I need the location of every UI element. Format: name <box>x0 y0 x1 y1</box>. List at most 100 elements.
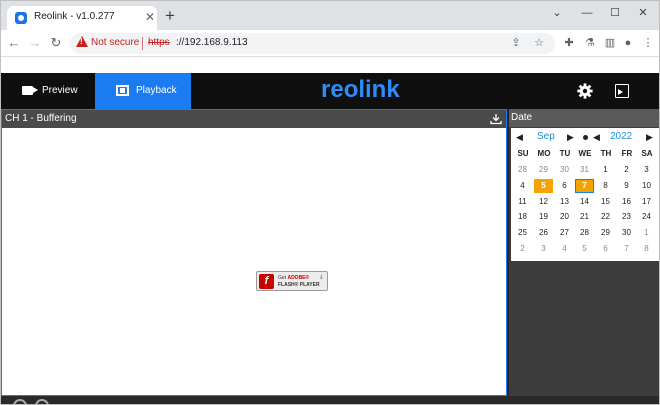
tab-title: Reolink - v1.0.277 <box>34 11 115 22</box>
address-bar[interactable]: Not secure https ://192.168.9.113 ⇪ ☆ <box>70 33 555 54</box>
calendar-day[interactable]: 27 <box>555 226 574 240</box>
calendar-year[interactable]: 2022 <box>610 131 632 142</box>
calendar-day[interactable]: 6 <box>596 242 615 256</box>
next-month-arrow-icon[interactable]: ▶ <box>567 131 574 143</box>
close-tab-icon[interactable]: ✕ <box>145 10 155 24</box>
maximize-button[interactable]: ☐ <box>601 3 629 23</box>
new-tab-button[interactable]: + <box>165 7 175 24</box>
video-player[interactable]: CH 1 - Buffering f Get ADOBE® FLASH® PLA… <box>1 109 507 396</box>
calendar-day-recorded[interactable]: 5 <box>534 178 553 193</box>
calendar-day[interactable]: 10 <box>637 179 656 193</box>
weekday-header: SU <box>517 149 529 158</box>
flash-badge-line1: Get ADOBE® <box>278 275 310 281</box>
calendar-day[interactable]: 5 <box>575 242 594 256</box>
control-circle-icon[interactable] <box>35 399 49 404</box>
channel-status: CH 1 - Buffering <box>5 113 77 124</box>
date-panel-header: Date <box>509 109 659 127</box>
close-window-button[interactable]: ✕ <box>629 3 657 23</box>
calendar-day[interactable]: 14 <box>575 195 594 209</box>
calendar-day[interactable]: 6 <box>555 179 574 193</box>
share-icon[interactable]: ⇪ <box>508 35 524 51</box>
extensions-puzzle-icon[interactable]: ✚ <box>561 35 577 51</box>
calendar-day[interactable]: 13 <box>555 195 574 209</box>
calendar-day[interactable]: 11 <box>513 195 532 209</box>
calendar-day[interactable]: 23 <box>617 210 636 224</box>
calendar-day[interactable]: 24 <box>637 210 656 224</box>
weekday-header: TU <box>559 149 571 158</box>
weekday-header: MO <box>537 149 551 158</box>
weekday-header: WE <box>578 149 592 158</box>
url-scheme: https <box>148 37 170 48</box>
calendar-day[interactable]: 30 <box>555 163 574 177</box>
calendar-day[interactable]: 18 <box>513 210 532 224</box>
url-host: ://192.168.9.113 <box>176 37 248 48</box>
calendar-day-selected[interactable]: 7 <box>575 178 594 193</box>
reload-icon[interactable]: ↻ <box>47 34 65 52</box>
calendar-day[interactable]: 7 <box>617 242 636 256</box>
weekday-header: SA <box>641 149 653 158</box>
calendar-day[interactable]: 29 <box>534 163 553 177</box>
flash-download-icon: ⤓ <box>320 274 323 280</box>
lab-flask-icon[interactable]: ⚗ <box>582 35 598 51</box>
browser-window: Reolink - v1.0.277 ✕ + ⌄ — ☐ ✕ ← → ↻ Not… <box>0 0 660 405</box>
calendar-day[interactable]: 20 <box>555 210 574 224</box>
calendar-day[interactable]: 1 <box>596 163 615 177</box>
minimize-button[interactable]: — <box>573 3 601 23</box>
calendar-day[interactable]: 8 <box>637 242 656 256</box>
calendar-day[interactable]: 28 <box>575 226 594 240</box>
calendar-day[interactable]: 26 <box>534 226 553 240</box>
calendar-day[interactable]: 3 <box>534 242 553 256</box>
calendar-day[interactable]: 8 <box>596 179 615 193</box>
calendar-day[interactable]: 29 <box>596 226 615 240</box>
calendar-day[interactable]: 9 <box>617 179 636 193</box>
prev-month-arrow-icon[interactable]: ◀ <box>516 131 523 143</box>
menu-kebab-icon[interactable]: ⋮ <box>640 35 656 51</box>
logout-icon[interactable] <box>615 84 629 98</box>
tab-playback-label: Playback <box>136 85 177 96</box>
calendar-month[interactable]: Sep <box>537 131 555 142</box>
bookmark-star-icon[interactable]: ☆ <box>531 35 547 51</box>
weekday-header: TH <box>600 149 612 158</box>
calendar-day[interactable]: 1 <box>637 226 656 240</box>
download-icon[interactable] <box>490 113 502 125</box>
calendar-day[interactable]: 25 <box>513 226 532 240</box>
calendar-day[interactable]: 16 <box>617 195 636 209</box>
calendar-day[interactable]: 4 <box>513 179 532 193</box>
calendar-day[interactable]: 2 <box>617 163 636 177</box>
warning-icon <box>76 36 88 47</box>
calendar-day[interactable]: 17 <box>637 195 656 209</box>
browser-toolbar: ← → ↻ Not secure https ://192.168.9.113 … <box>1 30 659 57</box>
player-title-bar: CH 1 - Buffering <box>2 110 506 128</box>
control-circle-icon[interactable] <box>13 399 27 404</box>
calendar-day[interactable]: 12 <box>534 195 553 209</box>
forward-arrow-icon[interactable]: → <box>26 34 44 52</box>
film-strip-icon <box>116 85 129 96</box>
get-flash-player-badge[interactable]: f Get ADOBE® FLASH® PLAYER ⤓ <box>256 271 328 291</box>
calendar-day[interactable]: 31 <box>575 163 594 177</box>
tab-playback[interactable]: Playback <box>95 73 191 109</box>
omnibox-divider <box>142 37 143 50</box>
calendar-day[interactable]: 4 <box>555 242 574 256</box>
back-arrow-icon[interactable]: ← <box>5 34 23 52</box>
profile-avatar-icon[interactable]: ● <box>620 35 636 51</box>
reolink-favicon-icon <box>15 12 27 24</box>
settings-gear-icon[interactable] <box>577 83 593 99</box>
calendar-day[interactable]: 28 <box>513 163 532 177</box>
tab-preview[interactable]: Preview <box>1 73 95 109</box>
weekday-header: FR <box>621 149 633 158</box>
calendar-day[interactable]: 21 <box>575 210 594 224</box>
next-year-arrow-icon[interactable]: ▶ <box>646 131 653 143</box>
calendar-day[interactable]: 3 <box>637 163 656 177</box>
video-camera-icon <box>22 86 38 95</box>
calendar-day[interactable]: 2 <box>513 242 532 256</box>
calendar-day[interactable]: 19 <box>534 210 553 224</box>
tab-search-icon[interactable]: ⌄ <box>543 3 571 23</box>
browser-tab[interactable]: Reolink - v1.0.277 ✕ <box>7 6 157 30</box>
today-dot-icon[interactable] <box>583 135 588 140</box>
security-indicator[interactable]: Not secure <box>91 37 139 48</box>
side-panel-icon[interactable]: ▥ <box>602 35 618 51</box>
calendar-day[interactable]: 15 <box>596 195 615 209</box>
prev-year-arrow-icon[interactable]: ◀ <box>593 131 600 143</box>
calendar-day[interactable]: 22 <box>596 210 615 224</box>
calendar-day[interactable]: 30 <box>617 226 636 240</box>
